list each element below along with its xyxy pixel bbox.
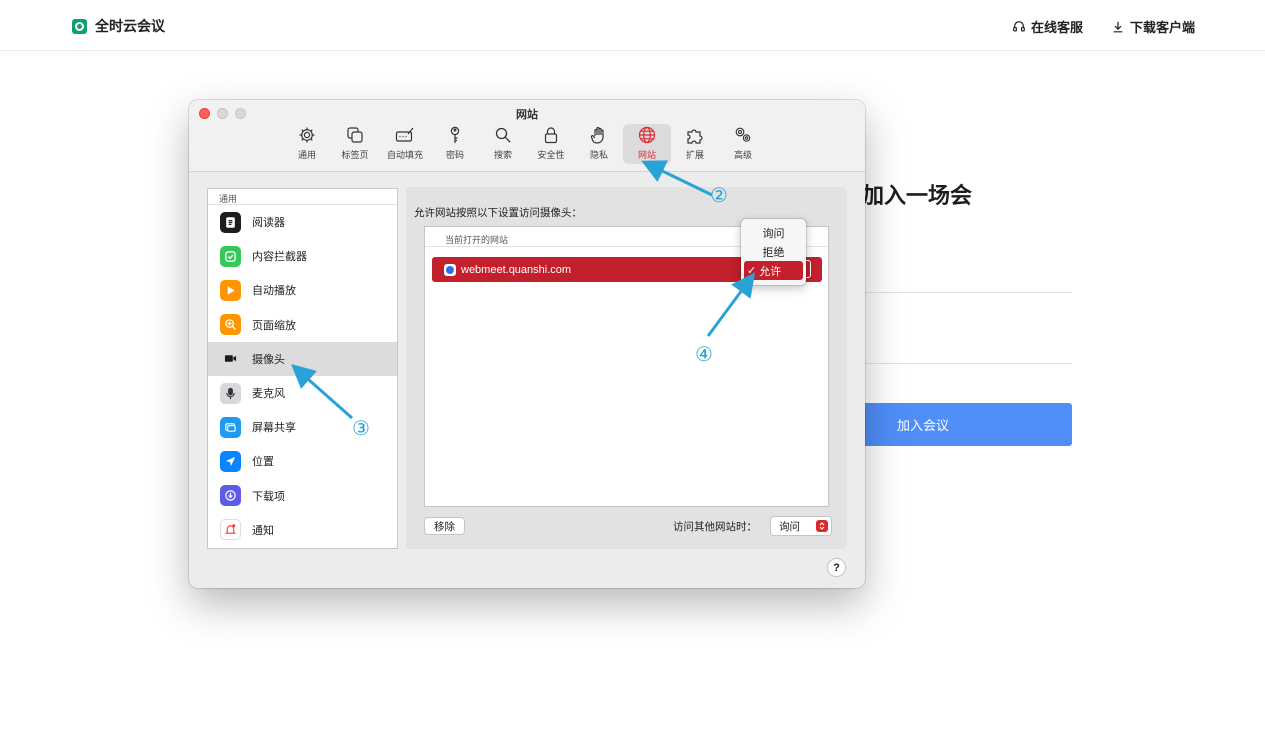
sidebar-item-notifications[interactable]: 通知 — [208, 513, 397, 547]
key-icon — [450, 126, 460, 143]
tab-websites[interactable]: 网站 — [623, 124, 671, 164]
checkmark-icon: ✓ — [747, 265, 757, 277]
sidebar-item-label: 阅读器 — [252, 217, 285, 230]
location-icon — [220, 450, 241, 472]
sidebar-item-label: 摄像头 — [252, 353, 285, 366]
tab-security-label: 安全性 — [537, 150, 565, 160]
safari-preferences-window: 网站 通用 标签页 自动填充 密码 搜索 安全性 隐私 网站 扩展 高级 通用 … — [189, 100, 865, 588]
online-service-link[interactable]: 在线客服 — [1012, 17, 1083, 36]
join-meeting-title: 加入一场会 — [862, 183, 973, 208]
tab-search[interactable]: 搜索 — [479, 124, 527, 164]
hand-icon — [590, 126, 604, 144]
site-domain: webmeet.quanshi.com — [461, 263, 572, 276]
other-sites-value: 询问 — [779, 520, 800, 533]
other-sites-label: 访问其他网站时： — [673, 521, 757, 533]
sidebar-item-downloads[interactable]: 下载项 — [208, 479, 397, 513]
permission-popup-menu: 询问 拒绝 ✓ 允许 — [741, 219, 806, 285]
window-title: 网站 — [516, 109, 538, 121]
zoom-icon — [220, 314, 241, 336]
sidebar-header: 通用 — [208, 189, 397, 205]
autofill-icon — [395, 127, 414, 142]
tab-search-label: 搜索 — [493, 150, 512, 160]
microphone-icon — [220, 382, 241, 404]
tab-autofill[interactable]: 自动填充 — [379, 124, 431, 164]
step-2-label: ② — [710, 183, 728, 207]
tab-general[interactable]: 通用 — [283, 124, 331, 164]
tab-general-label: 通用 — [297, 150, 316, 160]
shield-check-icon — [220, 245, 241, 267]
tab-tabs[interactable]: 标签页 — [331, 124, 379, 164]
sidebar-item-label: 页面缩放 — [252, 319, 296, 332]
sidebar-item-label: 自动播放 — [252, 285, 296, 298]
tab-passwords[interactable]: 密码 — [431, 124, 479, 164]
sidebar-item-content-blockers[interactable]: 内容拦截器 — [208, 239, 397, 273]
step-4-label: ④ — [695, 342, 713, 366]
download-icon — [1113, 21, 1123, 32]
sidebar-item-reader[interactable]: 阅读器 — [208, 205, 397, 239]
download-icon — [220, 485, 241, 507]
tabs-icon — [347, 127, 363, 143]
help-button[interactable]: ? — [827, 558, 846, 577]
sidebar-item-location[interactable]: 位置 — [208, 444, 397, 478]
camera-icon — [220, 348, 241, 370]
play-icon — [220, 279, 241, 301]
tab-advanced-label: 高级 — [733, 150, 752, 160]
tab-privacy-label: 隐私 — [589, 150, 608, 160]
headset-icon — [1013, 20, 1025, 32]
menu-item-allow-label: 允许 — [759, 265, 782, 278]
brand[interactable]: 全时云会议 — [72, 16, 165, 36]
settings-sidebar: 通用 阅读器 内容拦截器 自动播放 页面缩放 摄像头 麦克风 屏幕共享 位置 下… — [207, 188, 398, 549]
sidebar-item-label: 内容拦截器 — [252, 251, 307, 264]
sidebar-item-label: 屏幕共享 — [252, 422, 296, 435]
pane-description: 允许网站按照以下设置访问摄像头： — [414, 207, 582, 219]
sidebar-item-label: 下载项 — [252, 490, 285, 503]
brand-logo-icon — [72, 18, 87, 34]
search-icon — [495, 127, 511, 143]
other-sites-select[interactable]: 询问 — [770, 516, 832, 536]
site-favicon-icon — [444, 263, 456, 276]
gears-icon — [735, 127, 751, 142]
step-3-label: ③ — [352, 416, 370, 440]
gear-icon — [299, 127, 315, 143]
tab-passwords-label: 密码 — [445, 150, 464, 160]
brand-name: 全时云会议 — [95, 18, 165, 34]
puzzle-icon — [687, 129, 703, 144]
sidebar-item-label: 位置 — [252, 456, 274, 469]
tab-extensions[interactable]: 扩展 — [671, 124, 719, 164]
tab-websites-label: 网站 — [637, 150, 656, 160]
sidebar-item-label: 麦克风 — [252, 388, 285, 401]
menu-item-ask[interactable]: 询问 — [744, 223, 803, 242]
sidebar-item-page-zoom[interactable]: 页面缩放 — [208, 308, 397, 342]
globe-icon — [638, 126, 656, 144]
menu-item-deny[interactable]: 拒绝 — [744, 242, 803, 261]
tab-tabs-label: 标签页 — [341, 150, 369, 160]
download-client-link[interactable]: 下载客户端 — [1111, 17, 1195, 36]
tab-security[interactable]: 安全性 — [527, 124, 575, 164]
meeting-id-field[interactable] — [862, 292, 1072, 293]
tab-autofill-label: 自动填充 — [386, 150, 423, 160]
top-bar: 全时云会议 在线客服 下载客户端 — [0, 0, 1265, 51]
download-client-label: 下载客户端 — [1129, 20, 1195, 35]
top-nav: 在线客服 下载客户端 — [1012, 17, 1195, 36]
tab-privacy[interactable]: 隐私 — [575, 124, 623, 164]
tab-extensions-label: 扩展 — [685, 150, 704, 160]
chevron-updown-icon — [816, 520, 828, 532]
remove-button[interactable]: 移除 — [424, 517, 465, 535]
online-service-label: 在线客服 — [1030, 20, 1083, 35]
name-field[interactable] — [862, 363, 1072, 364]
tab-advanced[interactable]: 高级 — [719, 124, 767, 164]
reader-icon — [220, 211, 241, 233]
menu-item-allow[interactable]: ✓ 允许 — [744, 261, 803, 280]
sidebar-item-microphone[interactable]: 麦克风 — [208, 376, 397, 410]
sidebar-item-camera[interactable]: 摄像头 — [208, 341, 397, 376]
sidebar-item-autoplay[interactable]: 自动播放 — [208, 273, 397, 307]
sidebar-item-label: 通知 — [252, 524, 274, 537]
lock-icon — [544, 127, 558, 144]
screen-share-icon — [220, 416, 241, 438]
window-titlebar: 网站 通用 标签页 自动填充 密码 搜索 安全性 隐私 网站 扩展 高级 — [189, 100, 865, 172]
bell-icon — [220, 519, 241, 541]
prefs-toolbar: 通用 标签页 自动填充 密码 搜索 安全性 隐私 网站 扩展 高级 — [283, 124, 767, 164]
